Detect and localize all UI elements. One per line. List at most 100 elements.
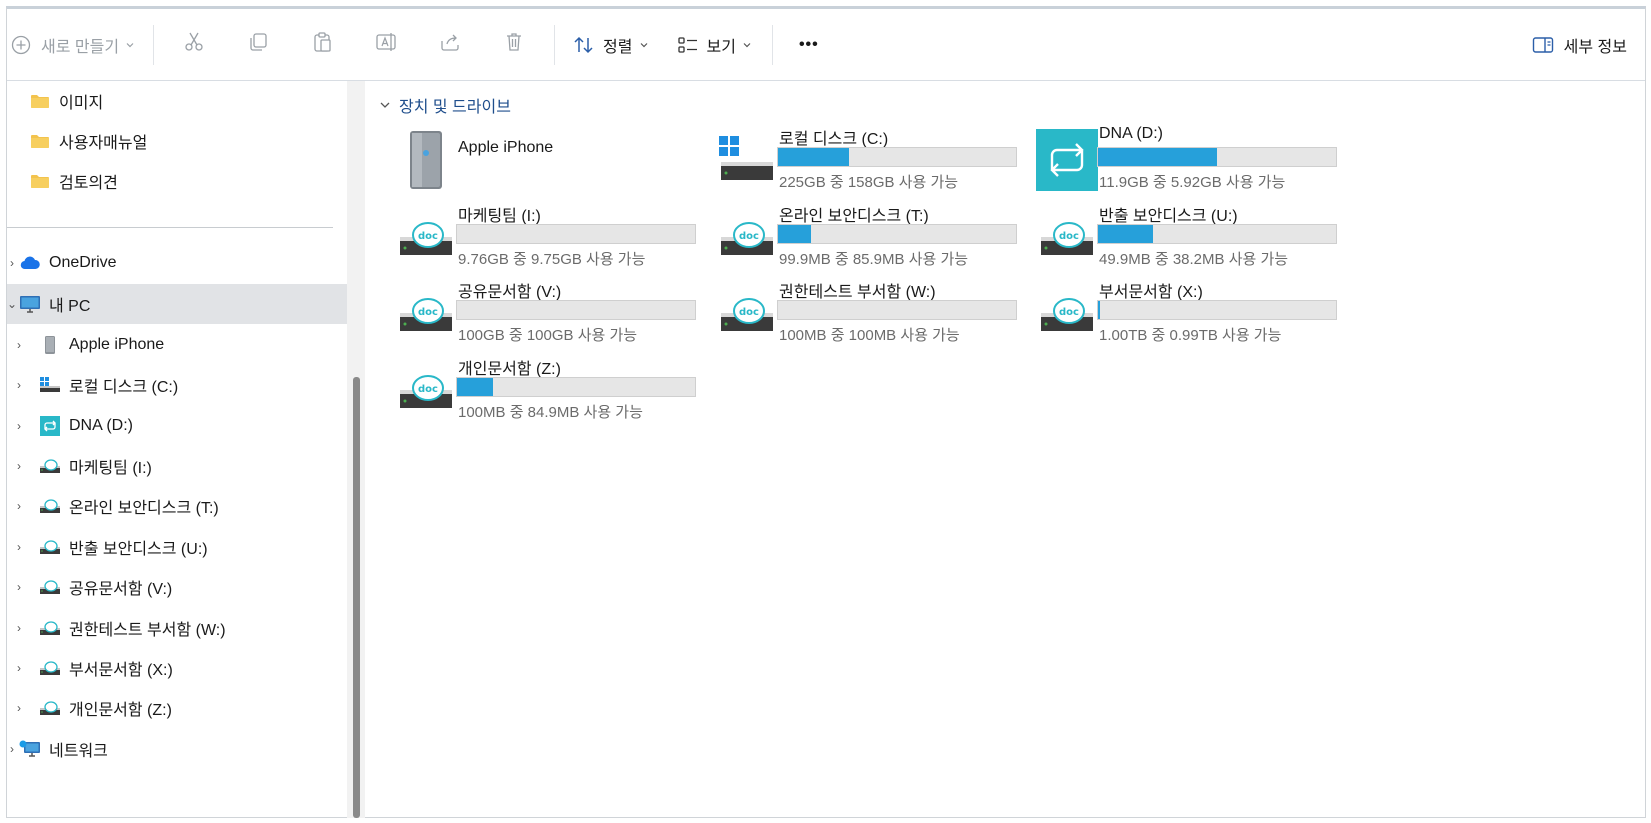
sidebar-item-label: 내 PC <box>49 298 91 315</box>
section-header-devices[interactable]: 장치 및 드라이브 <box>379 93 511 117</box>
drive-name: DNA (D:) <box>1099 125 1163 142</box>
doc-drive-icon: doc <box>1036 282 1098 344</box>
sidebar-item-onedrive[interactable]: › OneDrive <box>7 243 347 283</box>
drive-tile[interactable]: doc 권한테스트 부서함 (W:) 100MB 중 100MB 사용 가능 <box>716 278 1017 346</box>
sidebar-item-personal-docs-z[interactable]: › 개인문서함 (Z:) <box>7 688 347 728</box>
drive-name: 온라인 보안디스크 (T:) <box>779 208 929 225</box>
paste-icon <box>311 31 333 58</box>
drive-space-info: 9.76GB 중 9.75GB 사용 가능 <box>458 251 646 268</box>
chevron-right-icon[interactable]: › <box>9 459 29 473</box>
doc-drive-icon <box>37 657 63 679</box>
drive-usage-bar <box>456 224 696 244</box>
view-button[interactable]: 보기 <box>667 25 762 65</box>
sidebar-item-local-disk-c[interactable]: › 로컬 디스크 (C:) <box>7 365 347 405</box>
sidebar-item-label: 네트워크 <box>49 743 108 760</box>
sidebar-item-label: 검토의견 <box>59 175 118 192</box>
drive-name: 마케팅팀 (I:) <box>458 208 541 225</box>
sidebar-item-this-pc[interactable]: ⌄ 내 PC <box>7 284 347 324</box>
svg-text:doc: doc <box>739 307 759 318</box>
doc-drive-icon: doc <box>395 206 457 268</box>
drive-tile[interactable]: doc 반출 보안디스크 (U:) 49.9MB 중 38.2MB 사용 가능 <box>1036 202 1337 270</box>
phone-icon <box>395 129 457 191</box>
chevron-right-icon[interactable]: › <box>9 701 29 715</box>
chevron-right-icon[interactable]: › <box>9 661 29 675</box>
chevron-right-icon[interactable]: › <box>7 742 17 756</box>
drive-space-info: 100GB 중 100GB 사용 가능 <box>458 327 638 344</box>
drive-name: 개인문서함 (Z:) <box>458 361 561 378</box>
sidebar-item-label: 권한테스트 부서함 (W:) <box>69 622 226 639</box>
cut-button[interactable] <box>162 25 226 65</box>
cloud-icon <box>17 252 43 274</box>
sync-drive-icon <box>1036 129 1098 191</box>
new-button[interactable]: 새로 만들기 <box>7 25 145 65</box>
drive-tile[interactable]: doc 개인문서함 (Z:) 100MB 중 84.9MB 사용 가능 <box>395 355 696 423</box>
chevron-down-icon <box>380 102 390 108</box>
chevron-down-icon[interactable]: ⌄ <box>7 297 17 311</box>
sidebar-item-label: 마케팅팀 (I:) <box>69 460 152 477</box>
drive-space-info: 100MB 중 100MB 사용 가능 <box>779 327 960 344</box>
drive-usage-bar <box>777 300 1017 320</box>
sidebar-scrollbar-thumb[interactable] <box>353 377 360 818</box>
details-pane-icon <box>1532 36 1554 54</box>
sidebar-item-folder[interactable]: 검토의견 <box>7 161 347 201</box>
drive-name: 부서문서함 (X:) <box>1099 284 1203 301</box>
drive-tile[interactable]: DNA (D:) 11.9GB 중 5.92GB 사용 가능 <box>1036 125 1337 193</box>
share-button[interactable] <box>418 25 482 65</box>
drive-space-info: 99.9MB 중 85.9MB 사용 가능 <box>779 251 969 268</box>
more-options-button[interactable]: ••• <box>789 25 829 65</box>
delete-icon <box>503 31 525 58</box>
sidebar-item-folder[interactable]: 이미지 <box>7 81 347 121</box>
drive-tile[interactable]: doc 부서문서함 (X:) 1.00TB 중 0.99TB 사용 가능 <box>1036 278 1337 346</box>
doc-drive-icon <box>37 697 63 719</box>
sort-button[interactable]: 정렬 <box>563 25 658 65</box>
drive-usage-fill <box>457 378 493 396</box>
svg-text:doc: doc <box>739 231 759 242</box>
drive-name: 로컬 디스크 (C:) <box>779 131 889 148</box>
drive-name: 반출 보안디스크 (U:) <box>1099 208 1238 225</box>
doc-drive-icon: doc <box>1036 206 1098 268</box>
folder-icon <box>27 130 53 152</box>
chevron-right-icon[interactable]: › <box>7 256 17 270</box>
drive-tile[interactable]: doc 온라인 보안디스크 (T:) 99.9MB 중 85.9MB 사용 가능 <box>716 202 1017 270</box>
plus-circle-icon <box>11 35 31 55</box>
folder-icon <box>27 170 53 192</box>
sidebar-item-online-secure-t[interactable]: › 온라인 보안디스크 (T:) <box>7 486 347 526</box>
rename-button[interactable] <box>354 25 418 65</box>
sidebar-item-label: 부서문서함 (X:) <box>69 662 173 679</box>
delete-button[interactable] <box>482 25 546 65</box>
chevron-right-icon[interactable]: › <box>9 378 29 392</box>
more-icon: ••• <box>798 35 819 53</box>
drive-tile[interactable]: Apple iPhone <box>395 125 695 193</box>
sidebar-item-dna-d[interactable]: › DNA (D:) <box>7 406 347 446</box>
chevron-right-icon[interactable]: › <box>9 580 29 594</box>
sidebar-item-export-secure-u[interactable]: › 반출 보안디스크 (U:) <box>7 527 347 567</box>
sidebar-item-dept-docs-x[interactable]: › 부서문서함 (X:) <box>7 648 347 688</box>
sidebar-item-label: 로컬 디스크 (C:) <box>69 379 179 396</box>
chevron-right-icon[interactable]: › <box>9 621 29 635</box>
network-icon <box>17 738 43 760</box>
sidebar-item-permission-test-w[interactable]: › 권한테스트 부서함 (W:) <box>7 608 347 648</box>
doc-drive-icon: doc <box>395 282 457 344</box>
drive-tile[interactable]: 로컬 디스크 (C:) 225GB 중 158GB 사용 가능 <box>716 125 1017 193</box>
sidebar-item-marketing-i[interactable]: › 마케팅팀 (I:) <box>7 446 347 486</box>
drive-usage-bar <box>1097 300 1337 320</box>
sidebar-item-apple-iphone[interactable]: › Apple iPhone <box>7 325 347 365</box>
copy-button[interactable] <box>226 25 290 65</box>
chevron-right-icon[interactable]: › <box>9 540 29 554</box>
doc-drive-icon <box>37 495 63 517</box>
svg-text:doc: doc <box>418 307 438 318</box>
phone-icon <box>37 334 63 356</box>
sidebar-item-folder[interactable]: 사용자매뉴얼 <box>7 121 347 161</box>
chevron-right-icon[interactable]: › <box>9 338 29 352</box>
chevron-right-icon[interactable]: › <box>9 499 29 513</box>
doc-drive-icon: doc <box>395 359 457 421</box>
details-pane-button[interactable]: 세부 정보 <box>1522 25 1637 65</box>
drive-tile[interactable]: doc 공유문서함 (V:) 100GB 중 100GB 사용 가능 <box>395 278 696 346</box>
sort-button-label: 정렬 <box>603 38 633 56</box>
paste-button[interactable] <box>290 25 354 65</box>
sidebar-item-network[interactable]: › 네트워크 <box>7 729 347 769</box>
sidebar-item-shared-docs-v[interactable]: › 공유문서함 (V:) <box>7 567 347 607</box>
drive-name: 권한테스트 부서함 (W:) <box>779 284 936 301</box>
drive-tile[interactable]: doc 마케팅팀 (I:) 9.76GB 중 9.75GB 사용 가능 <box>395 202 696 270</box>
chevron-right-icon[interactable]: › <box>9 419 29 433</box>
